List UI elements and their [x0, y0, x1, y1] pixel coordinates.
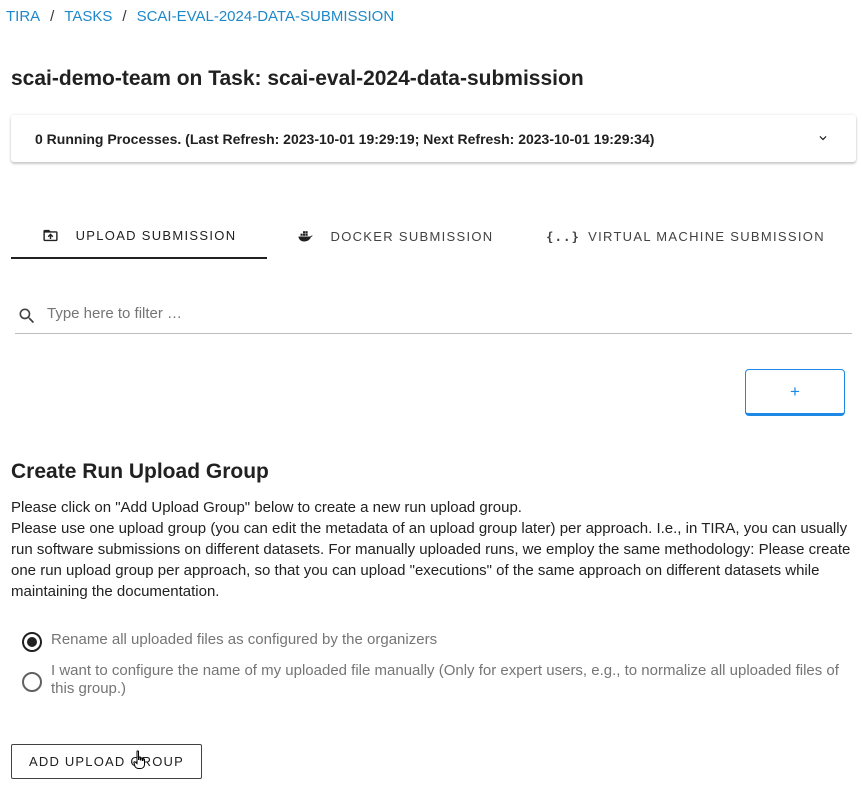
filter-input[interactable]	[45, 299, 829, 327]
create-group-title: Create Run Upload Group	[11, 460, 269, 483]
page-title: scai-demo-team on Task: scai-eval-2024-d…	[11, 67, 584, 90]
radio-option-manual-naming[interactable]: I want to configure the name of my uploa…	[21, 662, 851, 702]
tab-virtual-machine-submission[interactable]: {..} VIRTUAL MACHINE SUBMISSION	[523, 214, 856, 259]
code-braces-icon: {..}	[546, 229, 581, 244]
add-upload-group-button[interactable]: ADD UPLOAD GROUP	[11, 744, 202, 779]
description-paragraph: Please click on "Add Upload Group" below…	[11, 499, 522, 516]
add-button[interactable]: +	[745, 369, 845, 416]
tab-docker-submission[interactable]: DOCKER SUBMISSION	[267, 214, 523, 259]
radio-option-label: Rename all uploaded files as configured …	[51, 631, 438, 648]
tab-upload-submission[interactable]: UPLOAD SUBMISSION	[11, 214, 267, 259]
breadcrumb-task-link[interactable]: SCAI-EVAL-2024-DATA-SUBMISSION	[137, 8, 395, 25]
create-group-description: Please click on "Add Upload Group" below…	[11, 497, 856, 602]
breadcrumb-separator: /	[50, 8, 55, 25]
breadcrumb-separator: /	[122, 8, 127, 25]
chevron-down-icon[interactable]	[816, 131, 830, 145]
breadcrumb: TIRA / TASKS / SCAI-EVAL-2024-DATA-SUBMISSIO…	[6, 8, 394, 25]
docker-icon	[297, 228, 315, 246]
description-paragraph: Please use one upload group (you can edi…	[11, 520, 851, 600]
breadcrumb-tasks-link[interactable]: TASKS	[64, 8, 112, 25]
radio-button-unchecked[interactable]	[22, 672, 42, 692]
tab-docker-submission-label: DOCKER SUBMISSION	[330, 229, 494, 244]
running-processes-panel[interactable]: 0 Running Processes. (Last Refresh: 2023…	[11, 115, 856, 162]
radio-button-checked[interactable]	[22, 632, 42, 652]
folder-upload-icon	[42, 227, 60, 245]
radio-option-label: I want to configure the name of my uploa…	[51, 662, 839, 697]
submission-tabs: UPLOAD SUBMISSION DOCKER SUBMISSION {..}…	[11, 214, 856, 259]
search-icon	[19, 308, 35, 324]
breadcrumb-tira-link[interactable]: TIRA	[6, 8, 40, 25]
radio-option-rename-files[interactable]: Rename all uploaded files as configured …	[21, 631, 851, 653]
tab-virtual-machine-submission-label: VIRTUAL MACHINE SUBMISSION	[588, 229, 825, 244]
hand-pointer-icon	[133, 750, 145, 769]
tab-upload-submission-label: UPLOAD SUBMISSION	[75, 228, 237, 243]
filter-field	[15, 296, 852, 334]
running-processes-status: 0 Running Processes. (Last Refresh: 2023…	[35, 131, 655, 147]
